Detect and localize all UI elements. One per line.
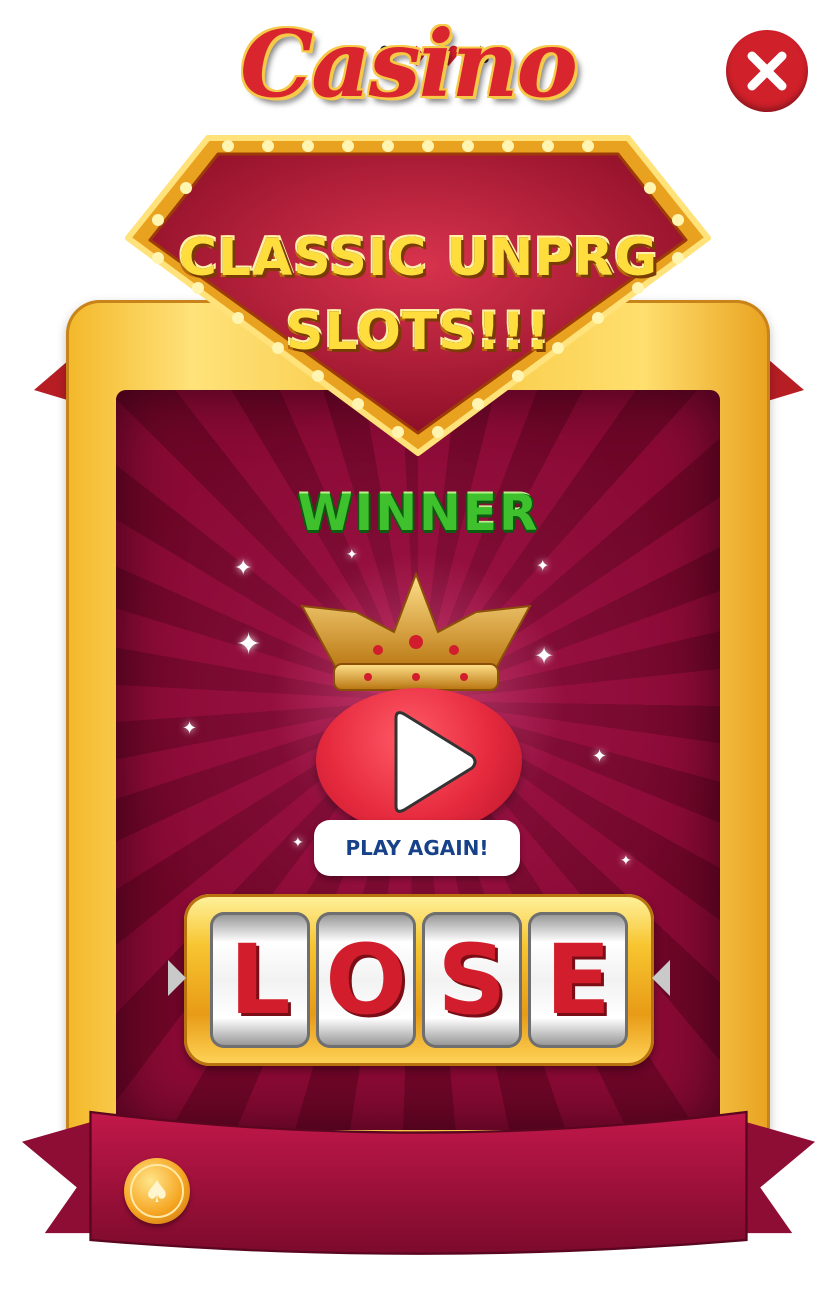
close-icon <box>747 51 787 91</box>
sparkle-icon: ✦ <box>292 835 304 851</box>
slot-machine: L O S E <box>184 894 654 1066</box>
winner-label: WINNER <box>297 484 540 542</box>
svg-text:♠: ♠ <box>144 1175 171 1210</box>
sparkle-icon: ✦ <box>182 718 198 739</box>
sparkle-icon: ✦ <box>534 642 555 670</box>
sparkle-icon: ✦ <box>234 556 253 581</box>
play-icon <box>394 711 477 813</box>
slot-reel: S <box>422 912 522 1048</box>
sparkle-icon: ✦ <box>620 853 632 869</box>
spade-coin-button[interactable]: ♠ <box>124 1158 190 1224</box>
casino-sign <box>125 135 711 456</box>
spade-coin-icon: ♠ <box>130 1164 184 1218</box>
close-button[interactable] <box>726 30 808 112</box>
sparkle-icon: ✦ <box>592 746 608 767</box>
sparkle-icon: ✦ <box>536 556 550 575</box>
play-button[interactable] <box>316 688 522 834</box>
slot-reel: O <box>316 912 416 1048</box>
reel-pointer-right-icon <box>652 960 670 996</box>
sparkle-icon: ✦ <box>346 547 358 563</box>
reel-pointer-left-icon <box>168 960 186 996</box>
slot-reel: L <box>210 912 310 1048</box>
sparkle-icon: ✦ <box>236 627 262 662</box>
sign-title-line-2: SLOTS!!! <box>285 302 551 362</box>
sign-title-line-1: CLASSIC UNPRG <box>178 228 659 288</box>
slot-reel: E <box>528 912 628 1048</box>
crown-icon <box>300 572 532 691</box>
play-again-button[interactable]: PLAY AGAIN! <box>314 820 520 876</box>
casino-logo: Casino <box>240 10 578 118</box>
